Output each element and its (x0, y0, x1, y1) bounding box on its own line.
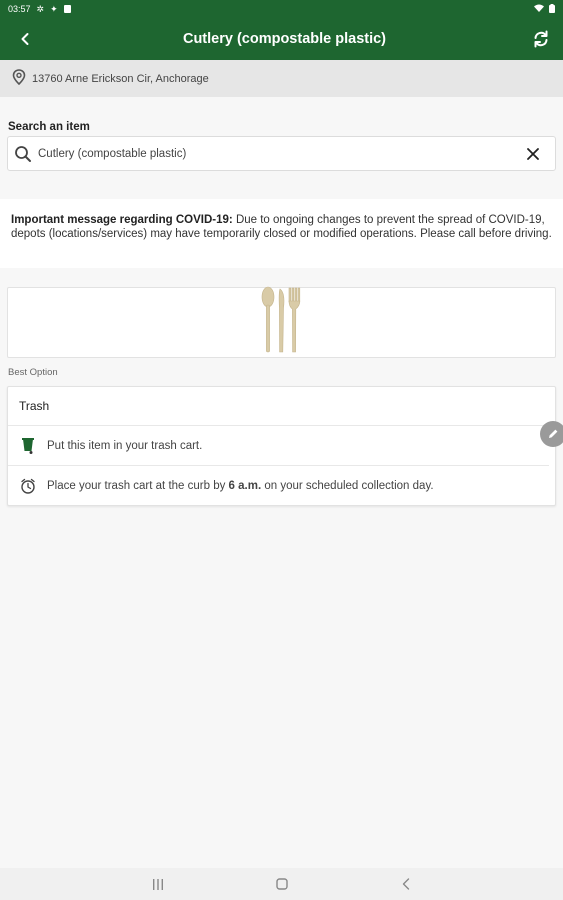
cutlery-icon (260, 286, 304, 359)
search-input[interactable]: Cutlery (compostable plastic) (7, 136, 556, 171)
battery-icon (549, 3, 555, 15)
trash-cart-icon (19, 437, 37, 455)
refresh-icon[interactable] (519, 18, 563, 60)
option-title: Trash (8, 387, 549, 426)
clear-icon[interactable] (511, 137, 555, 170)
option-step: Place your trash cart at the curb by 6 a… (8, 466, 555, 506)
app-bar: Cutlery (compostable plastic) (0, 18, 563, 60)
search-icon (12, 143, 34, 165)
collection-time: 6 a.m. (228, 480, 262, 492)
location-pin-icon (12, 69, 26, 88)
clock-icon (19, 477, 37, 495)
recents-icon[interactable] (96, 868, 220, 900)
notice-heading: Important message regarding COVID-19: (11, 214, 233, 226)
back-arrow-icon[interactable] (0, 18, 50, 60)
system-nav-bar (0, 868, 563, 900)
wifi-icon (534, 4, 544, 14)
edit-pencil-icon[interactable] (540, 421, 563, 447)
best-option-label: Best Option (8, 367, 58, 378)
nfc-icon: ✦ (50, 3, 58, 14)
status-time: 03:57 (8, 4, 31, 14)
settings-icon: ✲ (36, 3, 45, 14)
search-query[interactable]: Cutlery (compostable plastic) (34, 148, 511, 160)
address-text: 13760 Arne Erickson Cir, Anchorage (32, 72, 209, 85)
home-icon[interactable] (220, 868, 344, 900)
best-option-card: Trash Put this item in your trash cart. … (7, 386, 556, 506)
status-bar: 03:57 ✲ ✦ (0, 0, 563, 18)
option-step-text: Place your trash cart at the curb by 6 a… (47, 480, 434, 492)
item-image-card (7, 286, 556, 359)
back-icon[interactable] (344, 868, 468, 900)
option-step-text: Put this item in your trash cart. (47, 439, 203, 452)
covid-notice: Important message regarding COVID-19: Du… (0, 199, 563, 268)
search-label: Search an item (8, 121, 90, 133)
page-title: Cutlery (compostable plastic) (182, 31, 387, 47)
sim-icon (63, 5, 71, 13)
option-step: Put this item in your trash cart. (8, 426, 549, 466)
address-bar[interactable]: 13760 Arne Erickson Cir, Anchorage (0, 60, 563, 97)
